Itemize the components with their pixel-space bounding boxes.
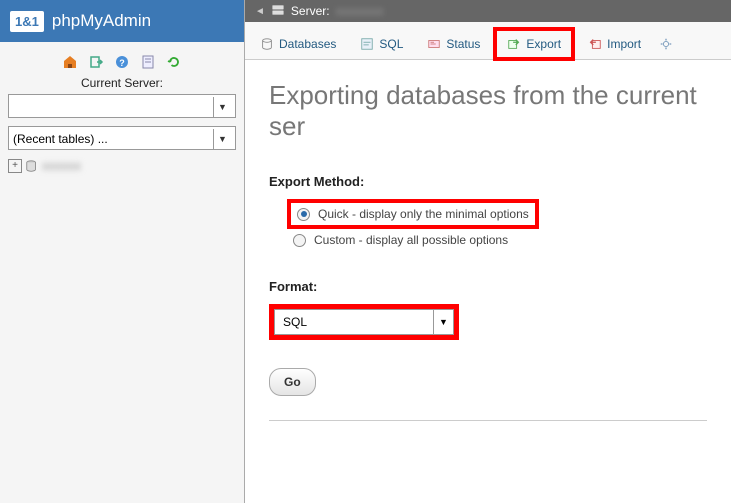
nav-icons: ?	[8, 54, 236, 70]
home-icon[interactable]	[62, 54, 78, 70]
tab-sql[interactable]: SQL	[349, 30, 414, 58]
chevron-down-icon: ▼	[433, 310, 453, 334]
format-select-highlight: SQL ▼	[269, 304, 459, 340]
sql-icon	[360, 37, 374, 51]
logo-badge: 1&1	[10, 11, 44, 32]
tab-label: SQL	[379, 37, 403, 51]
chevron-down-icon: ▼	[213, 97, 231, 117]
settings-icon	[659, 37, 673, 51]
tab-databases[interactable]: Databases	[249, 30, 347, 58]
help-icon[interactable]: ?	[114, 54, 130, 70]
server-icon	[271, 3, 285, 20]
logo-text: phpMyAdmin	[52, 11, 151, 31]
content: Exporting databases from the current ser…	[245, 60, 731, 441]
tab-import[interactable]: Import	[577, 30, 652, 58]
radio-icon	[293, 234, 306, 247]
page-title: Exporting databases from the current ser	[269, 80, 707, 142]
main-panel: ◄ Server: xxxxxxxx Databases SQL Status …	[245, 0, 731, 503]
radio-quick[interactable]: Quick - display only the minimal options	[287, 199, 539, 229]
reload-icon[interactable]	[166, 54, 182, 70]
tab-label: Import	[607, 37, 641, 51]
database-icon	[260, 37, 274, 51]
server-select[interactable]: ▼	[8, 94, 236, 118]
svg-text:?: ?	[119, 58, 125, 68]
format-select[interactable]: SQL ▼	[274, 309, 454, 335]
export-icon	[507, 37, 521, 51]
chevron-down-icon: ▼	[213, 129, 231, 149]
export-method-group: Quick - display only the minimal options…	[287, 199, 707, 251]
radio-custom[interactable]: Custom - display all possible options	[287, 229, 707, 251]
breadcrumb-server: xxxxxxxx	[336, 4, 384, 18]
recent-value: (Recent tables) ...	[13, 132, 108, 146]
import-icon	[588, 37, 602, 51]
go-button[interactable]: Go	[269, 368, 316, 396]
exit-icon[interactable]	[88, 54, 104, 70]
tab-label: Databases	[279, 37, 336, 51]
logo-bar: 1&1 phpMyAdmin	[0, 0, 244, 42]
tab-status[interactable]: Status	[416, 30, 491, 58]
sidebar: 1&1 phpMyAdmin ? Current Server: ▼ (Rece…	[0, 0, 245, 503]
database-icon	[25, 159, 39, 173]
expand-icon[interactable]: +	[8, 159, 22, 173]
format-value: SQL	[275, 315, 433, 329]
divider	[269, 420, 707, 421]
tab-more[interactable]	[654, 30, 678, 58]
status-icon	[427, 37, 441, 51]
tab-export[interactable]: Export	[493, 27, 575, 61]
current-server-label: Current Server:	[8, 76, 236, 90]
radio-icon	[297, 208, 310, 221]
sql-doc-icon[interactable]	[140, 54, 156, 70]
radio-label: Custom - display all possible options	[314, 233, 508, 247]
tabs: Databases SQL Status Export Import	[245, 22, 731, 60]
breadcrumb-label: Server:	[291, 4, 330, 18]
radio-label: Quick - display only the minimal options	[318, 207, 529, 221]
format-label: Format:	[269, 279, 707, 294]
method-label: Export Method:	[269, 174, 707, 189]
tab-label: Status	[446, 37, 480, 51]
db-name: xxxxxx	[42, 158, 81, 173]
tab-label: Export	[526, 37, 561, 51]
breadcrumb: ◄ Server: xxxxxxxx	[245, 0, 731, 22]
recent-tables-select[interactable]: (Recent tables) ... ▼	[8, 126, 236, 150]
chevron-left-icon[interactable]: ◄	[255, 6, 265, 17]
db-tree-item[interactable]: + xxxxxx	[8, 158, 236, 173]
